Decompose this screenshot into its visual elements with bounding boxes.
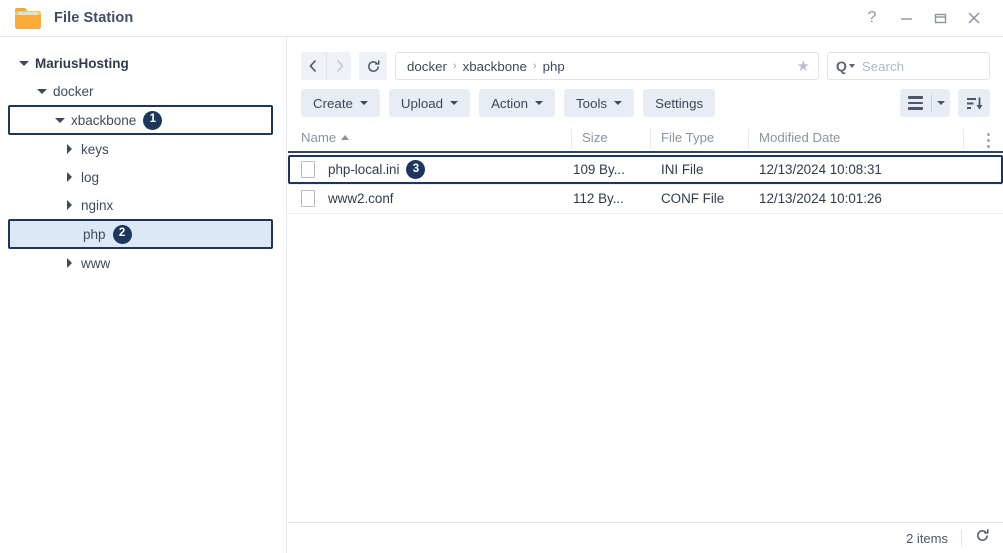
title-bar: File Station ? [0, 0, 1003, 37]
star-icon[interactable]: ★ [797, 57, 810, 75]
step-badge: 3 [406, 160, 426, 179]
chevron-down-icon [359, 101, 368, 105]
file-station-window: File Station ? MariusHosting docker xbackb… [0, 0, 1003, 553]
sort-ascending-icon [341, 135, 350, 140]
caret-right-icon[interactable] [64, 257, 76, 269]
create-button[interactable]: Create [301, 89, 380, 117]
button-label: Upload [400, 95, 444, 111]
breadcrumb-item-0[interactable]: docker [407, 59, 447, 74]
item-count-label: 2 items [906, 530, 948, 546]
breadcrumb[interactable]: docker › xbackbone › php ★ [395, 52, 819, 80]
breadcrumb-item-1[interactable]: xbackbone [463, 59, 527, 74]
sort-descending-icon[interactable] [958, 89, 990, 117]
forward-button[interactable] [326, 52, 351, 80]
chevron-down-icon[interactable] [932, 101, 950, 105]
main-panel: docker › xbackbone › php ★ Q Create Uploa… [288, 37, 1003, 553]
cell-file-type: CONF File [661, 191, 725, 206]
cell-size: 109 By... [573, 162, 625, 177]
cell-name: www2.conf [301, 184, 394, 213]
step-badge: 2 [112, 224, 132, 244]
caret-right-icon[interactable] [64, 199, 76, 211]
caret-down-icon[interactable] [54, 114, 66, 126]
step-badge: 1 [143, 110, 163, 130]
column-header-name[interactable]: Name [301, 130, 350, 145]
navigation-toolbar: docker › xbackbone › php ★ Q [288, 51, 1003, 81]
action-button[interactable]: Action [479, 89, 556, 117]
button-label: Tools [576, 95, 608, 111]
search-input[interactable] [861, 58, 972, 74]
status-refresh-button[interactable] [975, 528, 990, 548]
sidebar-item-label: docker [53, 83, 94, 99]
breadcrumb-separator: › [452, 60, 457, 72]
sidebar-item-label: MariusHosting [35, 55, 129, 71]
list-view-icon[interactable] [900, 96, 931, 110]
button-label: Settings [655, 95, 704, 111]
refresh-button[interactable] [359, 52, 387, 80]
breadcrumb-separator: › [532, 60, 537, 72]
view-controls [900, 89, 990, 117]
sidebar-item-www[interactable]: www [0, 249, 286, 277]
upload-button[interactable]: Upload [388, 89, 471, 117]
sidebar-item-label: php [83, 226, 106, 242]
sidebar-item-keys[interactable]: keys [0, 135, 286, 163]
button-label: Create [313, 95, 353, 111]
cell-modified-date: 12/13/2024 10:08:31 [759, 162, 882, 177]
folder-tree-sidebar: MariusHosting docker xbackbone 1 keys log ngin… [0, 37, 287, 553]
button-label: Action [491, 95, 529, 111]
sidebar-item-mariushosting[interactable]: MariusHosting [0, 49, 286, 77]
sidebar-item-nginx[interactable]: nginx [0, 191, 286, 219]
nav-button-group [301, 52, 351, 80]
sidebar-item-label: xbackbone [71, 112, 137, 128]
cell-size: 112 By... [573, 191, 624, 206]
breadcrumb-item-2[interactable]: php [543, 59, 565, 74]
caret-right-icon[interactable] [64, 143, 76, 155]
window-controls: ? [855, 0, 1003, 37]
file-list-header: Name Size File Type Modified Date [288, 126, 1003, 153]
minimize-button[interactable] [889, 0, 923, 37]
sidebar-item-label: nginx [81, 197, 114, 213]
sidebar-item-label: www [81, 255, 111, 271]
status-bar: 2 items [288, 522, 1003, 553]
row-divider [288, 213, 1003, 214]
tools-button[interactable]: Tools [564, 89, 635, 117]
caret-right-icon[interactable] [64, 171, 76, 183]
file-icon [301, 161, 315, 178]
maximize-button[interactable] [923, 0, 957, 37]
table-row[interactable]: www2.conf 112 By... CONF File 12/13/2024 10… [288, 184, 1003, 213]
sidebar-item-docker[interactable]: docker [0, 77, 286, 105]
chevron-down-icon [450, 101, 459, 105]
cell-name: php-local.ini 3 [301, 157, 426, 182]
chevron-down-icon [535, 101, 544, 105]
action-toolbar: Create Upload Action Tools Settings [288, 88, 1003, 118]
caret-none-icon [66, 228, 78, 240]
column-header-modified-date[interactable]: Modified Date [759, 130, 840, 145]
cell-modified-date: 12/13/2024 10:01:26 [759, 191, 882, 206]
sidebar-item-log[interactable]: log [0, 163, 286, 191]
column-header-size[interactable]: Size [582, 130, 608, 145]
sidebar-item-xbackbone[interactable]: xbackbone 1 [8, 105, 273, 135]
table-row[interactable]: php-local.ini 3 109 By... INI File 12/13/202… [288, 155, 1003, 184]
close-button[interactable] [957, 0, 991, 37]
caret-down-icon[interactable] [36, 85, 48, 97]
folder-icon [15, 7, 41, 29]
sidebar-item-label: log [81, 169, 100, 185]
column-header-file-type[interactable]: File Type [661, 130, 714, 145]
page-title: File Station [54, 10, 134, 26]
sidebar-item-label: keys [81, 141, 109, 157]
caret-down-icon[interactable] [18, 57, 30, 69]
kebab-menu-icon[interactable] [987, 133, 990, 151]
cell-file-type: INI File [661, 162, 704, 177]
help-button[interactable]: ? [855, 0, 889, 37]
file-name-label: www2.conf [328, 191, 394, 206]
settings-button[interactable]: Settings [643, 89, 716, 117]
search-box[interactable]: Q [827, 52, 990, 80]
search-icon[interactable]: Q [836, 58, 855, 74]
view-mode-group[interactable] [900, 89, 950, 117]
sidebar-item-php[interactable]: php 2 [8, 219, 273, 249]
file-icon [301, 190, 315, 207]
back-button[interactable] [301, 52, 326, 80]
file-name-label: php-local.ini [328, 162, 400, 177]
chevron-down-icon [614, 101, 623, 105]
